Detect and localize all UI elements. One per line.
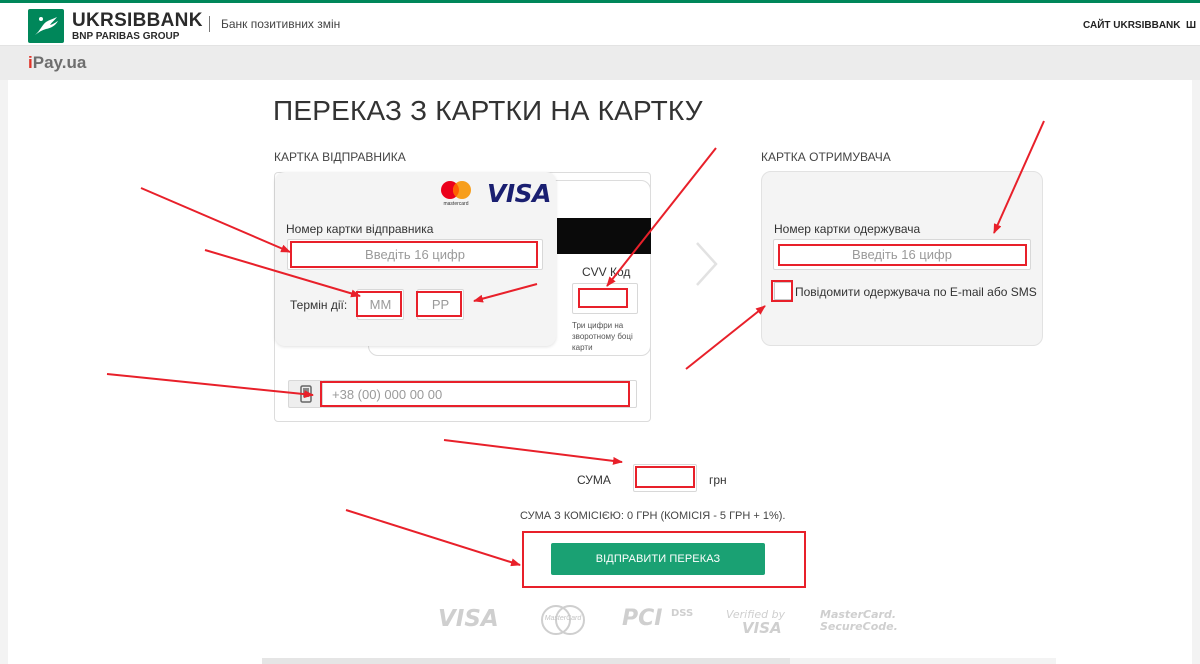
right-gutter	[1192, 80, 1200, 664]
site-header: UKRSIBBANK BNP PARIBAS GROUP Банк позити…	[0, 3, 1200, 46]
pci-logo-gray: PCI	[622, 606, 663, 631]
currency-label: грн	[709, 473, 727, 487]
ipay-bar: iPay.ua	[0, 46, 1200, 80]
card-magnetic-stripe	[557, 218, 651, 254]
securecode-line-2: SecureCode.	[820, 620, 898, 633]
bank-name: UKRSIBBANK	[72, 9, 203, 31]
bank-group: BNP PARIBAS GROUP	[72, 30, 180, 42]
footer-bar	[262, 658, 1056, 664]
footer-bar-segment	[790, 658, 1056, 664]
notify-label[interactable]: Повідомити одержувача по E-mail або SMS	[795, 285, 1037, 299]
annotation-box-year	[416, 291, 462, 317]
header-link-cut-off[interactable]: Ш	[1186, 20, 1196, 31]
annotation-box-phone	[320, 381, 630, 407]
cvv-hint: Три цифри на зворотному боці карти	[572, 321, 633, 352]
receiver-card-number-label: Номер картки одержувача	[774, 222, 921, 236]
annotation-box-sender-card	[290, 241, 538, 268]
dss-logo-gray: DSS	[671, 608, 694, 619]
visa-icon: VISA	[487, 179, 552, 208]
annotation-box-receiver-card	[778, 244, 1027, 266]
arrow-to-amount	[443, 439, 623, 465]
verified-by-visa-logo: VISA	[742, 619, 782, 637]
annotation-box-checkbox	[771, 280, 793, 302]
commission-text: СУМА З КОМІСІЄЮ: 0 ГРН (КОМІСІЯ - 5 ГРН …	[520, 510, 786, 522]
bank-logo-icon	[28, 9, 64, 43]
arrow-to-sender-card	[140, 187, 291, 253]
sender-card-number-label: Номер картки відправника	[286, 222, 434, 236]
annotation-box-cvv	[578, 288, 628, 308]
bank-tagline: Банк позитивних змін	[209, 16, 340, 32]
ipay-logo[interactable]: iPay.ua	[28, 53, 86, 73]
arrow-to-send-button	[345, 509, 521, 567]
bank-logo[interactable]: UKRSIBBANK BNP PARIBAS GROUP	[28, 9, 203, 43]
cvv-label: CVV Код	[582, 265, 631, 279]
ipay-logo-text: Pay.ua	[32, 53, 87, 72]
expiry-label: Термін дії:	[290, 298, 348, 312]
annotation-box-amount	[635, 466, 695, 488]
visa-logo-gray: VISA	[438, 606, 499, 632]
left-gutter	[0, 80, 8, 664]
annotation-box-month	[356, 291, 402, 317]
chevron-right-icon	[696, 242, 718, 286]
mastercard-logo-text: MasterCard	[544, 615, 582, 622]
arrow-to-checkbox	[685, 305, 766, 370]
phone-icon-button	[288, 380, 323, 408]
annotation-box-send-button	[522, 531, 806, 588]
mastercard-icon: mastercard	[438, 179, 474, 209]
amount-label: СУМА	[577, 473, 611, 487]
page-title: ПЕРЕКАЗ З КАРТКИ НА КАРТКУ	[273, 95, 703, 126]
site-link[interactable]: САЙТ UKRSIBBANK	[1083, 20, 1181, 31]
mastercard-logo-gray: MasterCard	[538, 604, 588, 636]
sender-section-label: КАРТКА ВІДПРАВНИКА	[274, 150, 406, 164]
mastercard-label: mastercard	[443, 201, 469, 207]
receiver-section-label: КАРТКА ОТРИМУВАЧА	[761, 150, 891, 164]
phone-icon	[299, 385, 312, 403]
